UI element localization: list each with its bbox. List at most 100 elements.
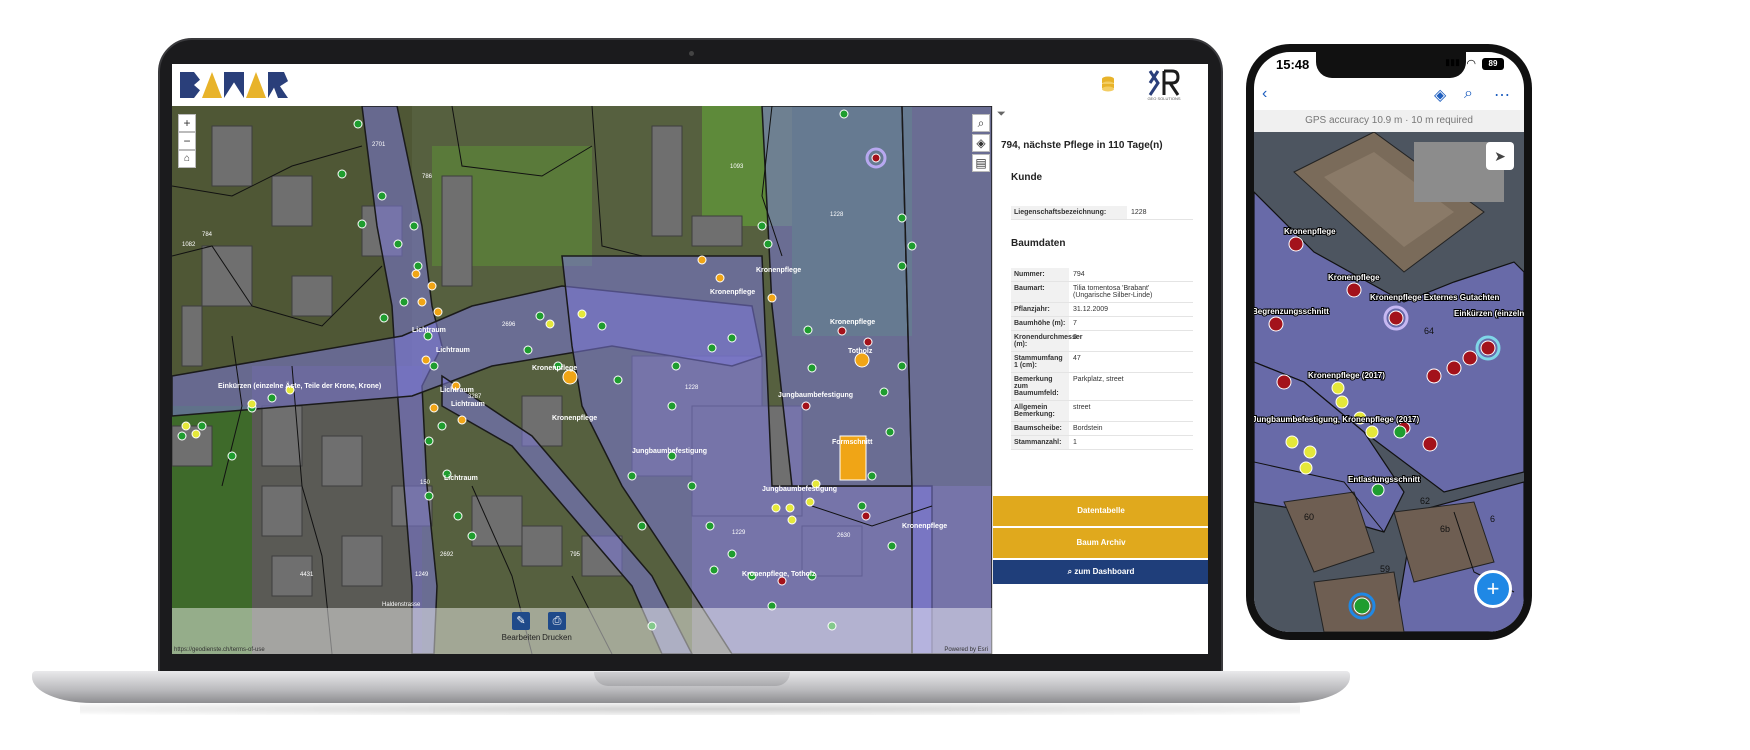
kv-key: Bemerkung zum Baumumfeld:: [1011, 373, 1069, 400]
svg-text:1082: 1082: [182, 242, 196, 248]
svg-text:1228: 1228: [685, 385, 699, 391]
baum-row: Bemerkung zum Baumumfeld: Parkplatz, stre…: [1011, 373, 1193, 401]
baum-row: Baumart: Tilia tomentosa 'Brabant' (Ungar…: [1011, 282, 1193, 303]
svg-text:Lichtraum: Lichtraum: [440, 387, 474, 394]
datentabelle-button[interactable]: Datentabelle: [993, 496, 1208, 526]
kv-value: 3: [1073, 334, 1077, 341]
svg-text:Kronenpflege Externes Gutachte: Kronenpflege Externes Gutachten: [1370, 293, 1499, 302]
svg-text:Totholz: Totholz: [848, 348, 873, 355]
svg-text:Jungbaumbefestigung: Jungbaumbefestigung: [762, 486, 837, 493]
layers-button[interactable]: ◈: [972, 134, 990, 152]
zoom-in-button[interactable]: +: [178, 114, 196, 132]
svg-text:59: 59: [1380, 564, 1390, 574]
baum-row: Nummer: 794: [1011, 268, 1193, 282]
svg-text:Kronenpflege: Kronenpflege: [552, 415, 597, 422]
dashboard-button[interactable]: ⌕ zum Dashboard: [993, 560, 1208, 584]
marketing-stage: GEO SOLUTIONS 2701 786 784 1093 1228 122…: [0, 0, 1750, 750]
partner-logo: GEO SOLUTIONS: [1144, 69, 1184, 101]
svg-text:Kronenpflege: Kronenpflege: [830, 319, 875, 326]
attribution-left[interactable]: https://geodienste.ch/terms-of-use: [174, 647, 265, 653]
svg-text:2630: 2630: [837, 533, 851, 539]
mobile-map-canvas[interactable]: Kronenpflege Kronenpflege Kronenpflege E…: [1254, 132, 1524, 632]
zoom-out-button[interactable]: −: [178, 132, 196, 150]
svg-text:Kronenpflege: Kronenpflege: [1328, 273, 1380, 282]
panel-title: 794, nächste Pflege in 110 Tage(n): [1001, 140, 1163, 151]
kv-value: street: [1073, 404, 1091, 411]
svg-text:150: 150: [420, 480, 431, 486]
kv-value: 1: [1073, 439, 1077, 446]
baum-archiv-button[interactable]: Baum Archiv: [993, 528, 1208, 558]
signal-icon: ▮▮▮: [1445, 57, 1460, 67]
kv-key: Stammanzahl:: [1011, 436, 1069, 449]
svg-text:1229: 1229: [732, 530, 746, 536]
svg-text:Jungbaumbefestigung: Jungbaumbefestigung: [632, 448, 707, 455]
svg-text:6: 6: [1490, 514, 1495, 524]
kunde-table: Liegenschaftsbezeichnung: 1228: [1011, 206, 1193, 220]
kv-value: 47: [1073, 355, 1081, 362]
kunde-row: Liegenschaftsbezeichnung: 1228: [1011, 206, 1193, 220]
app-header: GEO SOLUTIONS: [172, 64, 1208, 106]
svg-text:2696: 2696: [502, 322, 516, 328]
filter-icon[interactable]: ⏷: [997, 108, 1006, 121]
kv-key: Kronendurchmesser (m):: [1011, 331, 1082, 351]
search-button[interactable]: ⌕: [972, 114, 990, 132]
map-canvas[interactable]: 2701 786 784 1093 1228 1228 1229 2630 26…: [172, 106, 992, 654]
search-icon: ⌕: [977, 116, 985, 130]
battery-badge: 89: [1482, 58, 1504, 70]
database-icon[interactable]: [1100, 76, 1116, 94]
kv-key: Baumart:: [1011, 282, 1069, 302]
back-icon[interactable]: ‹: [1262, 85, 1267, 103]
baum-row: Baumscheibe: Bordstein: [1011, 422, 1193, 436]
status-time: 15:48: [1276, 57, 1310, 72]
laptop-notch: [594, 672, 790, 686]
print-button[interactable]: ⎙ Drucken: [534, 612, 580, 642]
kv-value: 1228: [1131, 209, 1147, 216]
baum-row: Kronendurchmesser (m): 3: [1011, 331, 1193, 352]
desktop-map[interactable]: 2701 786 784 1093 1228 1228 1229 2630 26…: [172, 106, 992, 654]
locate-button[interactable]: ➤: [1486, 142, 1514, 170]
section-kunde: Kunde: [1011, 172, 1043, 183]
kv-value: Tilia tomentosa 'Brabant' (Ungarische Si…: [1073, 285, 1153, 299]
kv-value: 31.12.2009: [1073, 306, 1109, 313]
mobile-app: 15:48 ▮▮▮ ◠ 89 ‹ ◈ ⌕ ⋯ GPS accuracy 10.9…: [1254, 52, 1524, 632]
print-icon: ⎙: [548, 612, 566, 630]
gps-accuracy-bar: GPS accuracy 10.9 m · 10 m required: [1254, 110, 1524, 132]
kv-key: Stammumfang 1 (cm):: [1011, 352, 1069, 372]
more-icon[interactable]: ⋯: [1494, 85, 1510, 105]
kv-value: 794: [1073, 271, 1085, 278]
kv-key: Allgemein Bemerkung:: [1011, 401, 1069, 421]
attribution-right[interactable]: Powered by Esri: [944, 647, 988, 653]
svg-text:Kronenpflege: Kronenpflege: [1284, 227, 1336, 236]
kv-value: Bordstein: [1073, 425, 1103, 432]
svg-text:60: 60: [1304, 512, 1314, 522]
basemap-icon: ▤: [975, 156, 987, 170]
search-icon[interactable]: ⌕: [1464, 85, 1473, 103]
basemap-button[interactable]: ▤: [972, 154, 990, 172]
svg-text:Kronenpflege: Kronenpflege: [756, 267, 801, 274]
svg-text:Entlastungsschnitt: Entlastungsschnitt: [1348, 475, 1420, 484]
baum-row: Allgemein Bemerkung: street: [1011, 401, 1193, 422]
detail-panel: ⏷ 794, nächste Pflege in 110 Tage(n) Kun…: [992, 106, 1208, 654]
laptop-shadow: [80, 703, 1300, 715]
svg-text:795: 795: [570, 552, 581, 558]
print-label: Drucken: [542, 633, 572, 642]
kv-value: Parkplatz, street: [1073, 376, 1124, 383]
baum-row: Pflanzjahr: 31.12.2009: [1011, 303, 1193, 317]
mobile-map[interactable]: Kronenpflege Kronenpflege Kronenpflege E…: [1254, 132, 1524, 632]
brand-logo[interactable]: [180, 72, 292, 98]
dashboard-label: zum Dashboard: [1074, 567, 1135, 576]
svg-text:1228: 1228: [830, 212, 844, 218]
layers-icon: ◈: [976, 136, 986, 150]
svg-text:2692: 2692: [440, 552, 454, 558]
kv-key: Pflanzjahr:: [1011, 303, 1069, 316]
layers-icon[interactable]: ◈: [1434, 85, 1446, 105]
svg-text:Formschnitt: Formschnitt: [832, 439, 873, 446]
kv-key: Liegenschaftsbezeichnung:: [1011, 206, 1127, 219]
svg-text:64: 64: [1424, 326, 1434, 336]
add-feature-button[interactable]: +: [1474, 570, 1512, 608]
svg-text:Lichtraum: Lichtraum: [444, 475, 478, 482]
home-button[interactable]: ⌂: [178, 150, 196, 168]
svg-text:784: 784: [202, 232, 213, 238]
phone-notch: [1316, 52, 1466, 78]
svg-text:786: 786: [422, 174, 433, 180]
